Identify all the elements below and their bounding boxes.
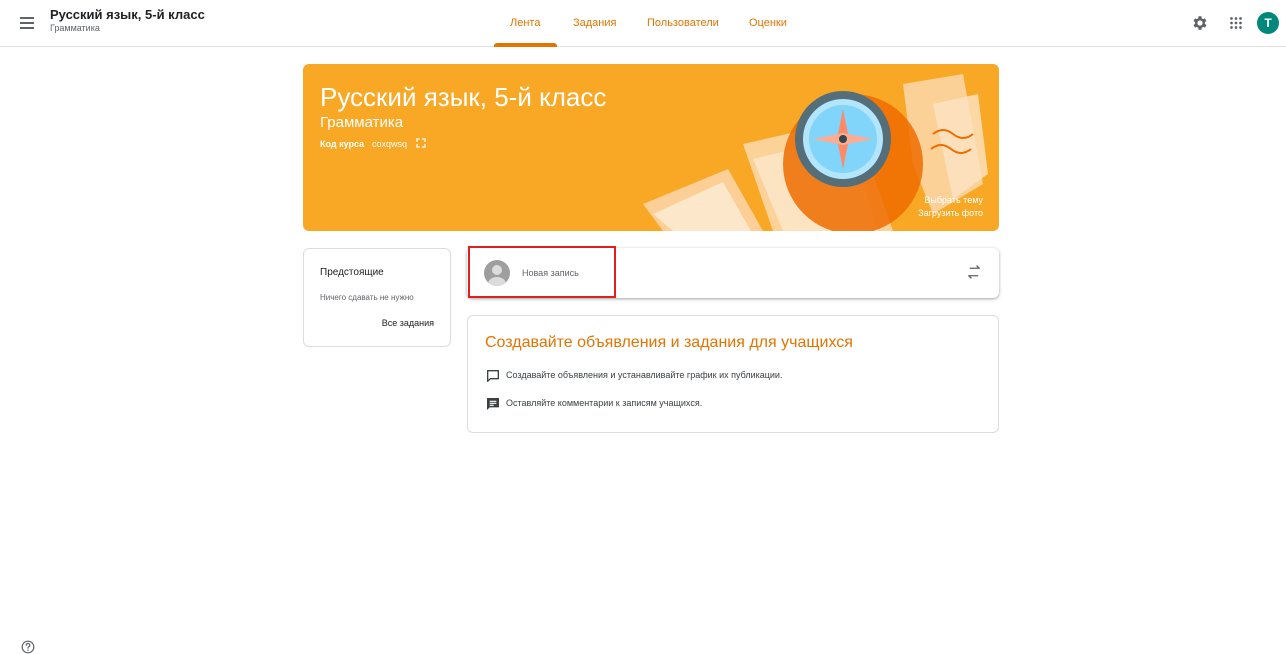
reuse-post-icon[interactable]: [965, 263, 983, 281]
banner-illustration: [643, 74, 988, 231]
active-tab-indicator: [494, 43, 557, 47]
tab-stream[interactable]: Лента: [510, 17, 540, 29]
course-banner: Русский язык, 5-й класс Грамматика Код к…: [303, 64, 999, 231]
tab-grades[interactable]: Оценки: [749, 17, 787, 29]
getting-started-card: Создавайте объявления и задания для учащ…: [467, 315, 999, 433]
upcoming-empty-text: Ничего сдавать не нужно: [320, 293, 414, 302]
upcoming-card: Предстоящие Ничего сдавать не нужно Все …: [303, 248, 451, 347]
view-all-assignments-link[interactable]: Все задания: [382, 318, 434, 328]
tab-people[interactable]: Пользователи: [647, 17, 719, 29]
info-item-text: Оставляйте комментарии к записям учащихс…: [506, 398, 703, 408]
account-avatar[interactable]: T: [1257, 12, 1279, 34]
upload-photo-link[interactable]: Загрузить фото: [918, 208, 983, 218]
announcement-icon: [487, 370, 499, 382]
menu-icon[interactable]: [17, 14, 37, 32]
new-post-input[interactable]: Новая запись: [522, 268, 579, 278]
info-card-title: Создавайте объявления и задания для учащ…: [485, 334, 853, 351]
select-theme-link[interactable]: Выбрать тему: [924, 195, 983, 205]
course-title[interactable]: Русский язык, 5-й класс: [50, 7, 205, 22]
course-code-value: coxqwsq: [372, 139, 408, 149]
info-item-text: Создавайте объявления и устанавливайте г…: [506, 370, 783, 380]
tab-classwork[interactable]: Задания: [573, 17, 616, 29]
banner-course-subtitle: Грамматика: [320, 114, 404, 131]
banner-course-title: Русский язык, 5-й класс: [320, 82, 607, 112]
settings-icon[interactable]: [1191, 14, 1209, 32]
upcoming-title: Предстоящие: [320, 267, 384, 278]
course-subtitle: Грамматика: [50, 23, 100, 33]
course-code-label: Код курса: [320, 139, 365, 149]
comment-icon: [487, 398, 499, 410]
top-app-bar: Русский язык, 5-й класс Грамматика Лента…: [0, 0, 1286, 47]
fullscreen-icon[interactable]: [416, 138, 426, 148]
new-post-box[interactable]: Новая запись: [467, 248, 999, 298]
apps-icon[interactable]: [1227, 14, 1245, 32]
user-avatar: [484, 260, 510, 286]
